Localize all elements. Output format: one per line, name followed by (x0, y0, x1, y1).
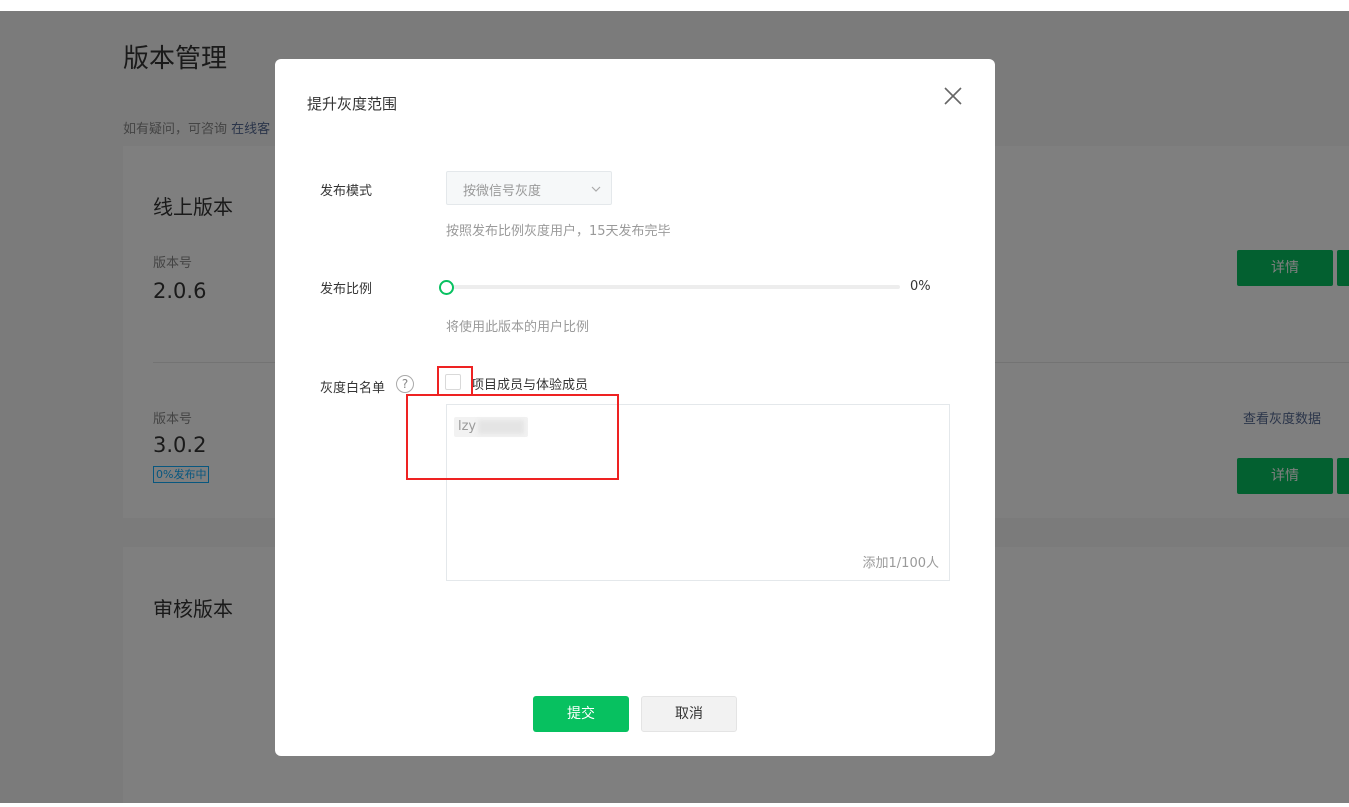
members-checkbox[interactable] (445, 374, 461, 390)
submit-button[interactable]: 提交 (533, 696, 629, 732)
release-ratio-desc: 将使用此版本的用户比例 (446, 320, 590, 335)
release-ratio-value: 0% (910, 279, 931, 294)
release-mode-value: 按微信号灰度 (463, 184, 542, 199)
slider-handle[interactable] (438, 280, 454, 295)
chevron-down-icon (591, 186, 601, 192)
close-icon[interactable] (941, 84, 965, 108)
member-tag[interactable]: lzy (454, 417, 529, 437)
release-mode-label: 发布模式 (320, 184, 373, 199)
release-ratio-label: 发布比例 (320, 282, 373, 297)
top-bar (0, 0, 1349, 11)
whitelist-label: 灰度白名单 (320, 381, 386, 396)
upgrade-gray-dialog: 提升灰度范围 发布模式 按微信号灰度 按照发布比例灰度用户，15天发布完毕 发布… (275, 59, 995, 756)
whitelist-input[interactable]: lzy 添加1/100人 (446, 404, 950, 581)
release-mode-desc: 按照发布比例灰度用户，15天发布完毕 (446, 224, 671, 239)
question-icon[interactable]: ? (396, 375, 414, 393)
dialog-title: 提升灰度范围 (307, 95, 398, 113)
member-name: lzy (458, 419, 477, 434)
cancel-button[interactable]: 取消 (641, 696, 737, 732)
member-counter: 添加1/100人 (862, 556, 939, 571)
redacted-name (478, 419, 525, 434)
members-checkbox-label[interactable]: 项目成员与体验成员 (471, 374, 588, 393)
release-mode-select[interactable]: 按微信号灰度 (446, 171, 612, 205)
release-ratio-slider[interactable] (446, 285, 900, 289)
